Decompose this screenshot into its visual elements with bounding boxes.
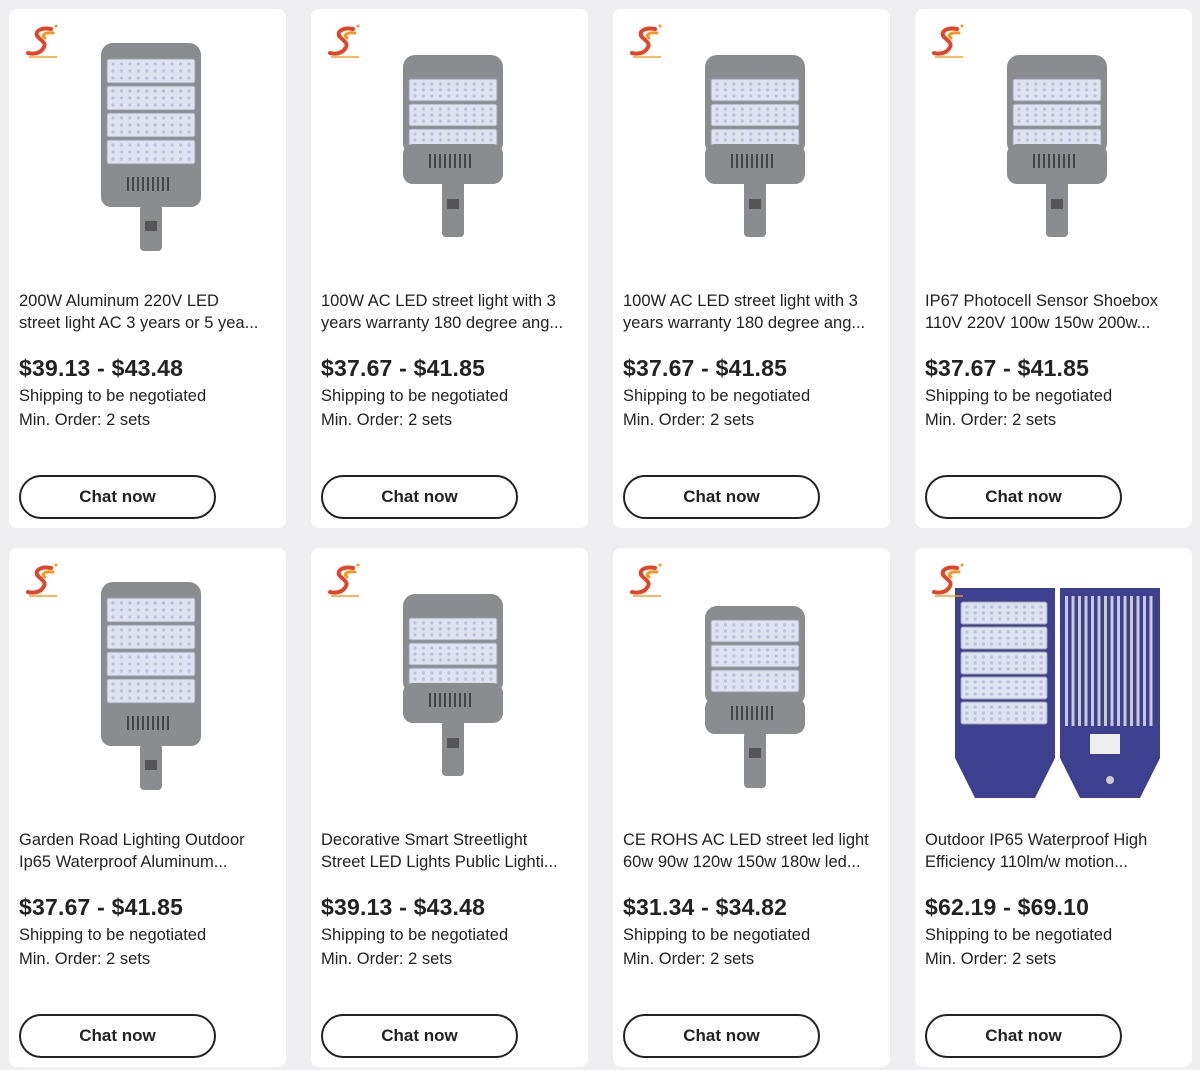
product-price: $37.67 - $41.85 [321, 355, 486, 381]
product-price: $37.67 - $41.85 [623, 355, 788, 381]
min-order-text: Min. Order: 2 sets [623, 950, 755, 968]
shipping-text: Shipping to be negotiated [925, 926, 1113, 944]
product-title[interactable]: 100W AC LED street light with 3 years wa… [321, 290, 577, 334]
product-title-line2: years warranty 180 degree ang... [321, 314, 564, 332]
shipping-text: Shipping to be negotiated [19, 387, 207, 405]
chat-now-button[interactable]: Chat now [19, 475, 216, 519]
shipping-text: Shipping to be negotiated [623, 387, 811, 405]
chat-now-button[interactable]: Chat now [925, 475, 1122, 519]
chat-now-button[interactable]: Chat now [623, 475, 820, 519]
product-image[interactable] [915, 9, 1192, 279]
min-order-text: Min. Order: 2 sets [19, 411, 151, 429]
product-image[interactable] [311, 548, 588, 818]
product-image[interactable] [9, 548, 286, 818]
chat-now-button[interactable]: Chat now [321, 1014, 518, 1058]
chat-now-button[interactable]: Chat now [623, 1014, 820, 1058]
chat-now-button[interactable]: Chat now [19, 1014, 216, 1058]
shipping-text: Shipping to be negotiated [321, 387, 509, 405]
product-title-line1: 200W Aluminum 220V LED [19, 292, 219, 310]
product-card[interactable]: Garden Road Lighting Outdoor Ip65 Waterp… [9, 548, 286, 1067]
product-card[interactable]: 200W Aluminum 220V LED street light AC 3… [9, 9, 286, 528]
brand-logo-icon [26, 24, 58, 58]
shipping-text: Shipping to be negotiated [623, 926, 811, 944]
brand-logo-icon [328, 24, 360, 58]
product-title-line2: 60w 90w 120w 150w 180w led... [623, 853, 861, 871]
min-order-text: Min. Order: 2 sets [623, 411, 755, 429]
product-title-line1: Garden Road Lighting Outdoor [19, 831, 245, 849]
shipping-text: Shipping to be negotiated [19, 926, 207, 944]
product-title[interactable]: IP67 Photocell Sensor Shoebox 110V 220V … [925, 290, 1181, 334]
product-title-line1: Outdoor IP65 Waterproof High [925, 831, 1148, 849]
min-order-text: Min. Order: 2 sets [321, 950, 453, 968]
product-title-line2: street light AC 3 years or 5 yea... [19, 314, 259, 332]
product-card[interactable]: CE ROHS AC LED street led light 60w 90w … [613, 548, 890, 1067]
product-title[interactable]: Garden Road Lighting Outdoor Ip65 Waterp… [19, 829, 275, 873]
product-title-line1: Decorative Smart Streetlight [321, 831, 528, 849]
product-card[interactable]: Outdoor IP65 Waterproof High Efficiency … [915, 548, 1192, 1067]
chat-now-button[interactable]: Chat now [925, 1014, 1122, 1058]
min-order-text: Min. Order: 2 sets [321, 411, 453, 429]
min-order-text: Min. Order: 2 sets [925, 411, 1057, 429]
shipping-text: Shipping to be negotiated [321, 926, 509, 944]
product-title-line2: 110V 220V 100w 150w 200w... [925, 314, 1151, 332]
product-title-line1: CE ROHS AC LED street led light [623, 831, 869, 849]
product-title[interactable]: Decorative Smart Streetlight Street LED … [321, 829, 577, 873]
product-card[interactable]: Decorative Smart Streetlight Street LED … [311, 548, 588, 1067]
product-image[interactable] [915, 548, 1192, 818]
product-title-line2: years warranty 180 degree ang... [623, 314, 866, 332]
brand-logo-icon [328, 563, 360, 597]
product-grid: 200W Aluminum 220V LED street light AC 3… [0, 0, 1200, 1070]
product-title-line1: 100W AC LED street light with 3 [623, 292, 858, 310]
product-title-line2: Ip65 Waterproof Aluminum... [19, 853, 228, 871]
product-price: $37.67 - $41.85 [19, 894, 184, 920]
product-card[interactable]: 100W AC LED street light with 3 years wa… [613, 9, 890, 528]
product-title-line2: Street LED Lights Public Lighti... [321, 853, 558, 871]
brand-logo-icon [932, 563, 964, 597]
product-price: $39.13 - $43.48 [321, 894, 486, 920]
product-card[interactable]: 100W AC LED street light with 3 years wa… [311, 9, 588, 528]
min-order-text: Min. Order: 2 sets [19, 950, 151, 968]
product-title[interactable]: 100W AC LED street light with 3 years wa… [623, 290, 879, 334]
product-card[interactable]: IP67 Photocell Sensor Shoebox 110V 220V … [915, 9, 1192, 528]
product-image[interactable] [311, 9, 588, 279]
product-price: $31.34 - $34.82 [623, 894, 788, 920]
product-image[interactable] [613, 9, 890, 279]
product-title-line1: IP67 Photocell Sensor Shoebox [925, 292, 1158, 310]
product-image[interactable] [9, 9, 286, 279]
shipping-text: Shipping to be negotiated [925, 387, 1113, 405]
brand-logo-icon [26, 563, 58, 597]
chat-now-button[interactable]: Chat now [321, 475, 518, 519]
product-price: $39.13 - $43.48 [19, 355, 184, 381]
brand-logo-icon [630, 24, 662, 58]
product-title[interactable]: CE ROHS AC LED street led light 60w 90w … [623, 829, 879, 873]
min-order-text: Min. Order: 2 sets [925, 950, 1057, 968]
product-title[interactable]: 200W Aluminum 220V LED street light AC 3… [19, 290, 275, 334]
brand-logo-icon [630, 563, 662, 597]
brand-logo-icon [932, 24, 964, 58]
product-price: $37.67 - $41.85 [925, 355, 1090, 381]
product-image[interactable] [613, 548, 890, 818]
product-price: $62.19 - $69.10 [925, 894, 1090, 920]
product-title-line1: 100W AC LED street light with 3 [321, 292, 556, 310]
product-title-line2: Efficiency 110lm/w motion... [925, 853, 1128, 871]
product-title[interactable]: Outdoor IP65 Waterproof High Efficiency … [925, 829, 1181, 873]
